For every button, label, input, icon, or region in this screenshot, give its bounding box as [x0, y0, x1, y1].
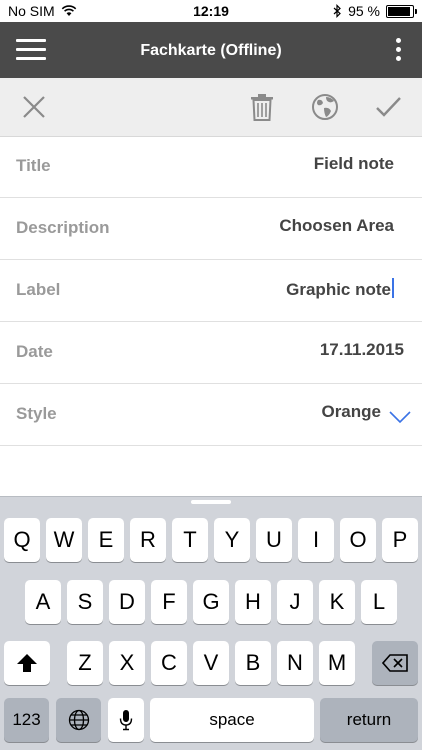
key-h[interactable]: H [235, 580, 271, 624]
chevron-down-icon[interactable] [388, 408, 412, 426]
description-label: Description [16, 218, 110, 237]
keyboard-handle[interactable] [191, 500, 231, 504]
key-e[interactable]: E [88, 518, 124, 562]
delete-key[interactable] [372, 641, 418, 685]
key-b[interactable]: B [235, 641, 271, 685]
battery-percent: 95 % [348, 3, 380, 19]
key-c[interactable]: C [151, 641, 187, 685]
key-t[interactable]: T [172, 518, 208, 562]
status-bar: No SIM 12:19 95 % [0, 0, 422, 22]
title-row[interactable]: Title Field note [0, 136, 422, 198]
key-y[interactable]: Y [214, 518, 250, 562]
key-j[interactable]: J [277, 580, 313, 624]
key-u[interactable]: U [256, 518, 292, 562]
space-key[interactable]: space [150, 698, 314, 742]
page-title: Fachkarte (Offline) [140, 42, 282, 59]
confirm-button[interactable] [372, 91, 404, 123]
numbers-key[interactable]: 123 [4, 698, 49, 742]
microphone-icon [119, 710, 133, 731]
key-g[interactable]: G [193, 580, 229, 624]
onscreen-keyboard: Q W E R T Y U I O P A S D F G H J K L Z … [0, 496, 422, 750]
label-label: Label [16, 280, 61, 299]
key-k[interactable]: K [319, 580, 355, 624]
key-v[interactable]: V [193, 641, 229, 685]
key-d[interactable]: D [109, 580, 145, 624]
note-form: Title Field note Description Choosen Are… [0, 136, 422, 446]
battery-icon [386, 4, 417, 18]
key-o[interactable]: O [340, 518, 376, 562]
key-w[interactable]: W [46, 518, 82, 562]
shift-arrow-icon [17, 654, 37, 672]
date-value[interactable]: 17.11.2015 [320, 340, 404, 360]
key-m[interactable]: M [319, 641, 355, 685]
shift-key[interactable] [4, 641, 50, 685]
label-input[interactable]: Graphic note [286, 278, 394, 300]
bluetooth-icon [333, 4, 341, 18]
key-p[interactable]: P [382, 518, 418, 562]
key-l[interactable]: L [361, 580, 397, 624]
return-key[interactable]: return [320, 698, 418, 742]
backspace-icon [381, 654, 408, 672]
keyboard-globe-icon [68, 709, 89, 731]
key-q[interactable]: Q [4, 518, 40, 562]
description-value[interactable]: Choosen Area [279, 216, 394, 236]
style-row[interactable]: Style Orange [0, 384, 422, 446]
label-row[interactable]: Label Graphic note [0, 260, 422, 322]
style-value[interactable]: Orange [321, 402, 381, 422]
date-label: Date [16, 342, 53, 361]
key-f[interactable]: F [151, 580, 187, 624]
description-row[interactable]: Description Choosen Area [0, 198, 422, 260]
key-i[interactable]: I [298, 518, 334, 562]
close-icon [23, 96, 45, 118]
trash-icon [251, 94, 273, 121]
key-z[interactable]: Z [67, 641, 103, 685]
globe-button[interactable] [309, 91, 341, 123]
title-value[interactable]: Field note [314, 154, 394, 174]
style-label: Style [16, 404, 57, 423]
key-x[interactable]: X [109, 641, 145, 685]
delete-button[interactable] [246, 91, 278, 123]
key-s[interactable]: S [67, 580, 103, 624]
title-label: Title [16, 156, 51, 175]
edit-toolbar [0, 78, 422, 137]
close-button[interactable] [18, 91, 50, 123]
key-n[interactable]: N [277, 641, 313, 685]
status-right: 95 % [333, 3, 417, 19]
globe-key[interactable] [56, 698, 101, 742]
globe-icon [312, 94, 338, 120]
checkmark-icon [376, 97, 401, 117]
label-value: Graphic note [286, 280, 391, 299]
key-a[interactable]: A [25, 580, 61, 624]
keyboard-top-border [0, 496, 422, 497]
more-options-icon[interactable] [396, 38, 402, 62]
app-header: Fachkarte (Offline) [0, 22, 422, 78]
key-r[interactable]: R [130, 518, 166, 562]
dictation-key[interactable] [108, 698, 144, 742]
date-row[interactable]: Date 17.11.2015 [0, 322, 422, 384]
text-cursor [392, 278, 394, 298]
